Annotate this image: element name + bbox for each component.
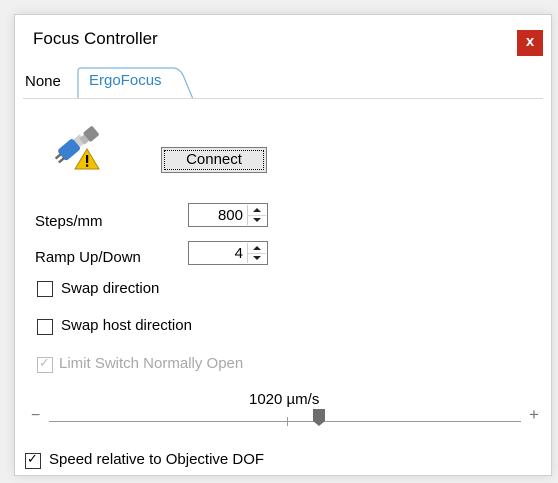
connect-button[interactable]: Connect bbox=[161, 147, 267, 173]
focus-ring bbox=[164, 150, 264, 170]
speed-relative-checkbox[interactable]: ✓ bbox=[25, 451, 41, 469]
speed-value-label: 1020 µm/s bbox=[249, 391, 320, 408]
close-button[interactable]: x bbox=[517, 30, 543, 56]
plug-warning-icon bbox=[51, 119, 103, 176]
ramp-up-arrow-icon[interactable] bbox=[248, 243, 266, 253]
swap-direction-label[interactable]: Swap direction bbox=[61, 280, 159, 297]
steps-label: Steps/mm bbox=[35, 213, 103, 230]
slider-center-tick bbox=[287, 417, 288, 426]
ergofocus-panel: Connect Steps/mm 800 Ramp Up/Down 4 Swap… bbox=[15, 99, 551, 475]
tab-ergofocus[interactable]: ErgoFocus bbox=[77, 67, 195, 99]
speed-relative-label[interactable]: Speed relative to Objective DOF bbox=[49, 451, 264, 468]
limit-switch-label: Limit Switch Normally Open bbox=[59, 355, 244, 372]
swap-host-direction-label[interactable]: Swap host direction bbox=[61, 317, 192, 334]
steps-down-arrow-icon[interactable] bbox=[248, 215, 266, 226]
ramp-stepper[interactable]: 4 bbox=[188, 241, 268, 265]
ramp-label: Ramp Up/Down bbox=[35, 249, 141, 266]
window-title: Focus Controller bbox=[33, 29, 158, 48]
steps-stepper[interactable]: 800 bbox=[188, 203, 268, 227]
speed-slider-track[interactable] bbox=[49, 421, 521, 422]
ramp-down-arrow-icon[interactable] bbox=[248, 253, 266, 264]
steps-spin-arrows bbox=[247, 205, 266, 225]
limit-switch-checkbox: ✓ bbox=[37, 355, 53, 373]
steps-value: 800 bbox=[217, 207, 243, 224]
check-mark-icon: ✓ bbox=[27, 451, 38, 466]
slider-plus-icon[interactable]: + bbox=[529, 405, 539, 425]
focus-controller-window: Focus Controller x None ErgoFocus Connec… bbox=[14, 14, 552, 476]
tab-ergofocus-label: ErgoFocus bbox=[89, 72, 162, 89]
ramp-spin-arrows bbox=[247, 243, 266, 263]
swap-host-direction-checkbox[interactable] bbox=[37, 319, 53, 335]
slider-minus-icon[interactable]: − bbox=[31, 407, 40, 425]
ramp-value: 4 bbox=[234, 245, 243, 262]
speed-slider-thumb[interactable] bbox=[313, 409, 325, 432]
steps-up-arrow-icon[interactable] bbox=[248, 205, 266, 215]
tab-none[interactable]: None bbox=[25, 73, 61, 90]
check-mark-icon: ✓ bbox=[39, 355, 50, 370]
tab-bar: None ErgoFocus bbox=[23, 67, 543, 99]
swap-direction-checkbox[interactable] bbox=[37, 281, 53, 297]
